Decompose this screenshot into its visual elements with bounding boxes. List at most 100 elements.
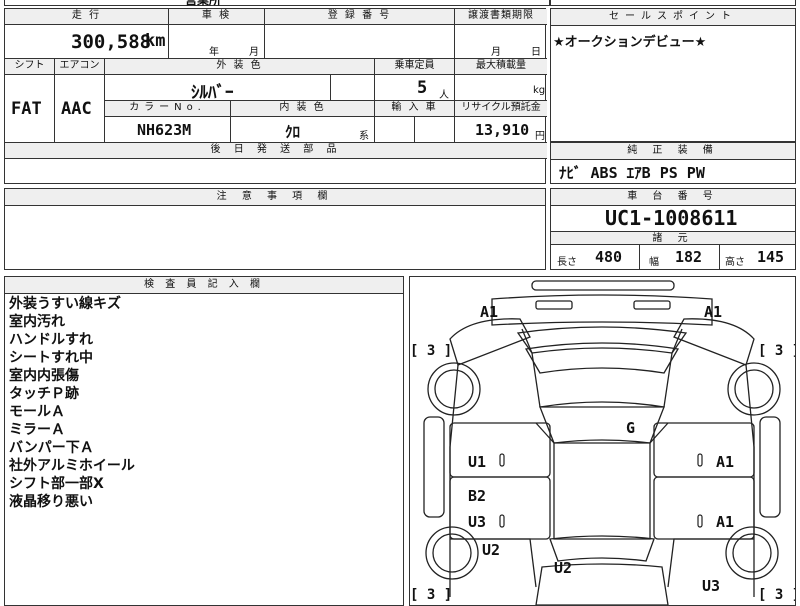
height-label: 高さ — [725, 257, 745, 268]
registration-header: 登 録 番 号 — [265, 9, 455, 25]
sales-point-header: セールスポイント — [551, 9, 795, 26]
aircon-header: エアコン — [55, 59, 105, 75]
mark-front-right: A1 — [704, 303, 722, 321]
later-parts-body — [5, 159, 547, 183]
import-cell-a — [375, 117, 415, 143]
mileage-cell: 300,588 km — [5, 25, 169, 59]
chassis-panel: 車 台 番 号 UC1-1008611 諸 元 長さ 480 幅 182 高さ … — [550, 188, 796, 270]
max-load-cell: kg — [455, 75, 547, 101]
equipment-header: 純 正 装 備 — [551, 143, 795, 160]
tire-front-left-label: [ 3 ] — [410, 343, 452, 359]
top-strip-text: 営業所 — [185, 0, 222, 7]
mark-front-left: A1 — [480, 303, 498, 321]
sales-point-panel: セールスポイント ★オークションデビュー★ — [550, 8, 796, 142]
exterior-color-header: 外 装 色 — [105, 59, 375, 75]
shift-value: FAT — [11, 99, 42, 119]
transfer-month-label: 月 — [491, 47, 501, 58]
chassis-value: UC1-1008611 — [605, 206, 738, 230]
transfer-deadline-cell: 月 日 — [455, 25, 547, 59]
specs-divider-1 — [639, 245, 640, 269]
tire-rear-left-label: [ 3 ] — [410, 587, 452, 603]
remark-item: モールＡ — [9, 404, 65, 420]
remark-item: 液晶移り悪い — [9, 494, 93, 510]
specs-divider-2 — [719, 245, 720, 269]
transfer-day-label: 日 — [531, 47, 541, 58]
mark-trunk: U2 — [554, 559, 572, 577]
inspector-header: 検 査 員 記 入 欄 — [5, 277, 403, 294]
color-no-value: NH623M — [137, 121, 192, 139]
length-label: 長さ — [557, 257, 577, 268]
exterior-color-cell: ｼﾙﾊﾞｰ — [105, 75, 331, 103]
transfer-deadline-header: 譲渡書類期限 — [455, 9, 547, 25]
mark-right-front-door: A1 — [716, 453, 734, 471]
vehicle-info-grid: 走 行 車 検 登 録 番 号 譲渡書類期限 300,588 km 年 月 月 … — [4, 8, 547, 184]
remark-item: ミラーＡ — [9, 422, 65, 438]
interior-color-header: 内 装 色 — [231, 101, 375, 117]
remark-item: 社外アルミホイール — [9, 458, 135, 474]
car-diagram: A1 A1 G U1 A1 B2 U3 A1 U2 U2 U3 [ 3 ] [ … — [410, 280, 795, 605]
remark-item: シートすれ中 — [9, 350, 93, 366]
capacity-cell: 5 人 — [375, 75, 455, 101]
interior-color-suffix: 系 — [359, 131, 369, 142]
mileage-header: 走 行 — [5, 9, 169, 25]
mark-roof: G — [626, 419, 635, 437]
mileage-unit: km — [145, 31, 166, 51]
top-strip-right — [550, 0, 796, 6]
recycle-value: 13,910 — [475, 121, 530, 139]
exterior-color-extra — [331, 75, 375, 101]
remark-item: タッチＰ跡 — [9, 386, 79, 402]
color-no-header: カラーNo. — [105, 101, 231, 117]
equipment-panel: 純 正 装 備 ﾅﾋﾞ ABS ｴｱB PS PW — [550, 142, 796, 184]
inspection-year-label: 年 — [209, 47, 219, 58]
mark-right-rear-door: A1 — [716, 513, 734, 531]
aircon-cell: AAC — [55, 75, 105, 143]
length-value: 480 — [595, 248, 623, 266]
chassis-header: 車 台 番 号 — [551, 189, 795, 206]
specs-header: 諸 元 — [551, 231, 795, 245]
remark-item: バンパー下Ａ — [9, 440, 94, 456]
capacity-value: 5 — [417, 78, 428, 98]
inspection-cell: 年 月 — [169, 25, 265, 59]
color-no-cell: NH623M — [105, 117, 231, 143]
specs-row: 長さ 480 幅 182 高さ 145 — [551, 245, 795, 269]
exterior-color-value: ｼﾙﾊﾞｰ — [191, 83, 234, 103]
top-strip: 営業所 — [4, 0, 550, 7]
shift-header: シフト — [5, 59, 55, 75]
remark-item: ハンドルすれ — [9, 332, 93, 348]
width-label: 幅 — [649, 257, 659, 268]
mark-left-rear-upper: B2 — [468, 487, 486, 505]
remark-item: 室内汚れ — [9, 314, 65, 330]
mark-left-front-door: U1 — [468, 453, 486, 471]
later-parts-header: 後 日 発 送 部 品 — [5, 143, 547, 159]
interior-color-value: ｸﾛ — [285, 123, 301, 141]
remark-item: 室内内張傷 — [9, 368, 79, 384]
aircon-value: AAC — [61, 99, 92, 119]
mark-right-rear-fender: U3 — [702, 577, 720, 595]
max-load-unit: kg — [533, 85, 546, 96]
import-header: 輸 入 車 — [375, 101, 455, 117]
capacity-header: 乗車定員 — [375, 59, 455, 75]
width-value: 182 — [675, 248, 703, 266]
car-diagram-panel: A1 A1 G U1 A1 B2 U3 A1 U2 U2 U3 [ 3 ] [ … — [409, 276, 796, 606]
remark-item: シフト部一部X — [9, 476, 104, 492]
remarks-list: 外装うすい線キズ 室内汚れ ハンドルすれ シートすれ中 室内内張傷 タッチＰ跡 … — [9, 295, 399, 511]
shift-cell: FAT — [5, 75, 55, 143]
equipment-value: ﾅﾋﾞ ABS ｴｱB PS PW — [559, 164, 705, 182]
sales-point-text: ★オークションデビュー★ — [553, 35, 707, 50]
inspector-panel: 検 査 員 記 入 欄 外装うすい線キズ 室内汚れ ハンドルすれ シートすれ中 … — [4, 276, 404, 606]
mileage-value: 300,588 — [71, 31, 152, 53]
notes-header: 注 意 事 項 欄 — [5, 189, 545, 206]
notes-panel: 注 意 事 項 欄 — [4, 188, 546, 270]
inspection-month-label: 月 — [249, 47, 259, 58]
registration-cell — [265, 25, 455, 59]
mark-left-rear-lower: U3 — [468, 513, 486, 531]
capacity-unit: 人 — [439, 90, 449, 101]
height-value: 145 — [757, 248, 785, 266]
recycle-cell: 13,910 円 — [455, 117, 547, 143]
interior-color-cell: ｸﾛ 系 — [231, 117, 375, 143]
recycle-header: リサイクル預託金 — [455, 101, 547, 117]
tire-rear-right-label: [ 3 ] — [758, 587, 795, 603]
import-cell-b — [415, 117, 455, 143]
max-load-header: 最大積載量 — [455, 59, 547, 75]
tire-front-right-label: [ 3 ] — [758, 343, 795, 359]
